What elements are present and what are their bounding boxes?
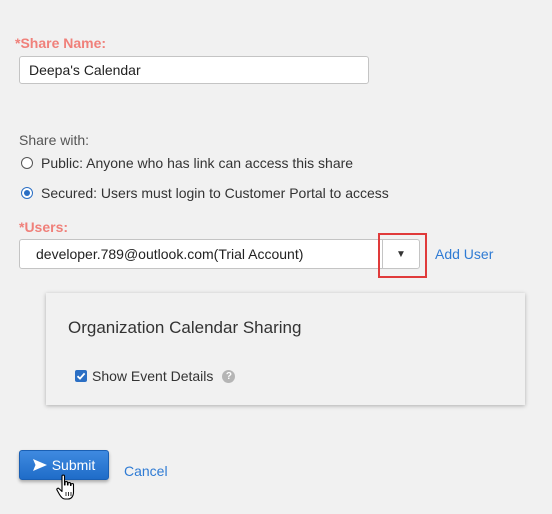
- caret-down-icon[interactable]: ▼: [382, 240, 419, 268]
- radio-public-label: Public: Anyone who has link can access t…: [41, 155, 354, 171]
- share-name-input[interactable]: [19, 56, 369, 84]
- show-event-details-checkbox[interactable]: [75, 370, 87, 382]
- share-name-label: *Share Name:: [15, 35, 107, 51]
- add-user-link[interactable]: Add User: [435, 246, 493, 262]
- users-label: *Users:: [19, 219, 69, 235]
- users-select[interactable]: developer.789@outlook.com(Trial Account)…: [19, 239, 420, 269]
- radio-public[interactable]: Public: Anyone who has link can access t…: [21, 155, 353, 171]
- hand-pointer-icon: [56, 474, 75, 500]
- radio-secured[interactable]: Secured: Users must login to Customer Po…: [21, 185, 389, 201]
- send-icon: [32, 459, 47, 471]
- help-icon[interactable]: ?: [222, 369, 236, 383]
- cancel-link[interactable]: Cancel: [124, 463, 168, 479]
- share-with-label: Share with:: [19, 132, 90, 148]
- calendar-sharing-card: Organization Calendar Sharing Show Event…: [46, 293, 525, 405]
- show-event-details-label: Show Event Details: [92, 368, 214, 384]
- radio-secured-button[interactable]: [21, 187, 33, 199]
- radio-secured-label: Secured: Users must login to Customer Po…: [41, 185, 389, 201]
- card-title: Organization Calendar Sharing: [68, 318, 302, 337]
- radio-public-button[interactable]: [21, 157, 33, 169]
- users-select-value: developer.789@outlook.com(Trial Account): [36, 246, 304, 262]
- check-icon: [76, 372, 86, 380]
- show-event-details-row[interactable]: Show Event Details ?: [75, 368, 236, 384]
- submit-button-label: Submit: [51, 457, 96, 473]
